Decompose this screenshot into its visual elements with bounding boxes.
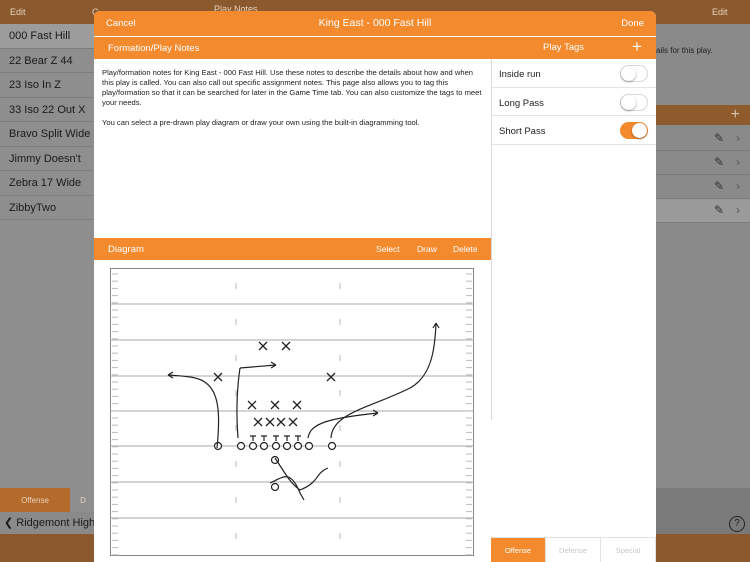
- done-button[interactable]: Done: [621, 18, 644, 29]
- offense-player-circle: [304, 441, 314, 451]
- notes-paragraph: You can select a pre-drawn play diagram …: [102, 118, 420, 127]
- football-field-diagram[interactable]: [110, 268, 474, 556]
- chevron-right-icon: ›: [736, 203, 740, 217]
- toggle-knob: [621, 66, 636, 81]
- background-hint-text: ails for this play.: [656, 46, 713, 55]
- tab-defense[interactable]: Defense: [546, 538, 601, 562]
- chevron-left-icon: ❮: [4, 517, 14, 529]
- tag-toggle[interactable]: [620, 65, 648, 82]
- tags-list: Inside run Long Pass Short Pass: [492, 59, 656, 145]
- play-list-item: ZibbyTwo: [0, 196, 96, 220]
- tag-toggle[interactable]: [620, 122, 648, 139]
- chevron-right-icon: ›: [736, 131, 740, 145]
- offense-player-circle: [270, 482, 280, 492]
- tag-row: Short Pass: [492, 116, 656, 145]
- offense-player-circle: [282, 441, 292, 451]
- play-tags-label: Play Tags: [543, 42, 585, 53]
- diagram-header: Diagram Select Draw Delete: [94, 238, 491, 260]
- background-tab-partial: D: [70, 488, 96, 512]
- offense-player-circle: [327, 441, 337, 451]
- modal-title: King East - 000 Fast Hill: [318, 17, 432, 29]
- background-plus-icon: +: [730, 106, 740, 123]
- pencil-icon: ✎: [714, 155, 725, 169]
- background-bottom-tabs: Offense D: [0, 488, 96, 512]
- play-notes-modal: Cancel King East - 000 Fast Hill Done Fo…: [94, 11, 656, 562]
- tab-offense[interactable]: Offense: [491, 538, 546, 562]
- chevron-right-icon: ›: [736, 179, 740, 193]
- background-right-bar: +: [656, 105, 750, 125]
- tag-label: Inside run: [499, 69, 541, 80]
- section-header: Formation/Play Notes Play Tags +: [94, 37, 656, 59]
- play-list: 000 Fast Hill 22 Bear Z 44 23 Iso In Z 33 I…: [0, 24, 99, 488]
- background-row: ✎ ›: [656, 175, 750, 199]
- add-tag-button[interactable]: +: [632, 38, 642, 56]
- offense-player-circle: [236, 441, 246, 451]
- offense-player-circle: [271, 441, 281, 451]
- toggle-knob: [621, 94, 636, 110]
- background-edit-left: Edit: [10, 7, 26, 17]
- select-button[interactable]: Select: [376, 244, 400, 254]
- tag-row: Inside run: [492, 59, 656, 88]
- tab-special[interactable]: Special: [601, 538, 656, 562]
- tag-label: Long Pass: [499, 97, 544, 109]
- modal-bottom-tabs: Offense Defense Special: [491, 537, 656, 562]
- play-diagram[interactable]: [94, 260, 491, 562]
- play-list-item: 23 Iso In Z: [0, 73, 96, 98]
- tag-row: Long Pass: [492, 88, 656, 116]
- background-row: ✎ ›: [656, 127, 750, 151]
- toggle-knob: [632, 123, 647, 138]
- background-row: ✎ ›: [656, 151, 750, 175]
- draw-button[interactable]: Draw: [417, 244, 437, 254]
- delete-button[interactable]: Delete: [453, 244, 478, 254]
- chevron-right-icon: ›: [736, 155, 740, 169]
- notes-paragraph: Play/formation notes for King East - 000…: [102, 68, 482, 107]
- diagram-label: Diagram: [108, 244, 144, 255]
- pencil-icon: ✎: [714, 179, 725, 193]
- pencil-icon: ✎: [714, 203, 725, 217]
- tag-label: Short Pass: [499, 126, 546, 137]
- pencil-icon: ✎: [714, 131, 725, 145]
- play-list-item: 22 Bear Z 44: [0, 49, 96, 73]
- help-icon: ?: [729, 516, 745, 532]
- background-edit-right: Edit: [712, 7, 728, 17]
- background-tab-offense: Offense: [0, 488, 70, 512]
- background-back-label: Ridgemont High 20: [16, 517, 96, 529]
- play-list-item: Jimmy Doesn't: [0, 147, 96, 171]
- play-list-item: Zebra 17 Wide: [0, 171, 96, 196]
- play-list-item: 000 Fast Hill: [0, 24, 96, 49]
- offense-player-circle: [293, 441, 303, 451]
- background-detail-panel: ails for this play. + ✎ › ✎ › ✎ › ✎ ›: [656, 24, 750, 488]
- offense-player-circle: [259, 441, 269, 451]
- background-back-button: ❮ Ridgemont High 20: [0, 512, 96, 534]
- play-list-item: 33 Iso 22 Out X: [0, 98, 96, 122]
- offense-player-circle: [248, 441, 258, 451]
- background-row: ✎ ›: [656, 199, 750, 223]
- notes-textarea[interactable]: Play/formation notes for King East - 000…: [94, 59, 491, 237]
- formation-notes-label: Formation/Play Notes: [108, 43, 200, 54]
- tag-toggle[interactable]: [620, 93, 648, 111]
- play-list-item: Bravo Split Wide 2: [0, 122, 99, 147]
- modal-header: Cancel King East - 000 Fast Hill Done: [94, 11, 656, 36]
